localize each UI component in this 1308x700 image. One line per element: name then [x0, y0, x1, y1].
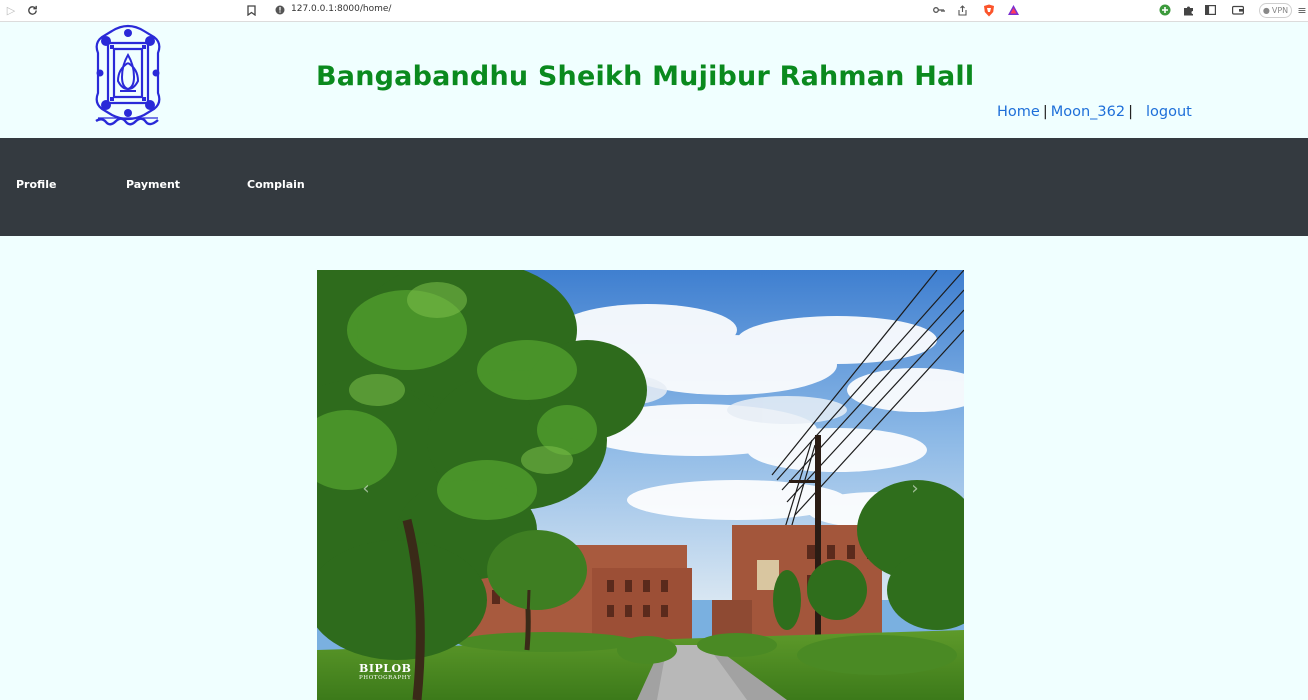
- key-icon[interactable]: [932, 3, 946, 17]
- top-nav: Home | Moon_362 | logout: [997, 104, 1192, 120]
- menu-icon[interactable]: ≡: [1297, 3, 1307, 17]
- brave-rewards-icon[interactable]: [1006, 3, 1020, 17]
- chevron-right-icon: ›: [911, 477, 919, 499]
- nav-payment[interactable]: Payment: [126, 178, 180, 191]
- main-navbar: Profile Payment Complain: [0, 138, 1308, 236]
- wallet-icon[interactable]: [1231, 3, 1245, 17]
- logout-link[interactable]: logout: [1146, 104, 1192, 120]
- user-link[interactable]: Moon_362: [1051, 104, 1125, 120]
- site-info-icon[interactable]: [273, 3, 287, 17]
- share-icon[interactable]: [955, 3, 969, 17]
- carousel-next-button[interactable]: ›: [902, 475, 928, 501]
- watermark-line2: PHOTOGRAPHY: [359, 675, 412, 681]
- nav-separator: |: [1042, 104, 1048, 120]
- sidebar-icon[interactable]: [1203, 3, 1217, 17]
- chevron-left-icon: ‹: [362, 477, 370, 499]
- home-link[interactable]: Home: [997, 104, 1040, 120]
- nav-separator: |: [1128, 104, 1133, 120]
- carousel-prev-button[interactable]: ‹: [353, 475, 379, 501]
- url-text[interactable]: 127.0.0.1:8000/home/: [291, 4, 391, 14]
- vpn-button[interactable]: ● VPN: [1259, 3, 1292, 18]
- forward-icon[interactable]: ▷: [4, 3, 18, 17]
- bookmark-icon[interactable]: [244, 3, 258, 17]
- image-carousel[interactable]: ‹ › BIPLOB PHOTOGRAPHY: [317, 270, 964, 700]
- reload-icon[interactable]: [25, 3, 39, 17]
- brave-shield-icon[interactable]: [982, 3, 996, 17]
- campus-photo: [317, 270, 964, 700]
- extensions-puzzle-icon[interactable]: [1181, 3, 1195, 17]
- photo-watermark: BIPLOB PHOTOGRAPHY: [359, 663, 411, 682]
- nav-complain[interactable]: Complain: [247, 178, 305, 191]
- site-header: Bangabandhu Sheikh Mujibur Rahman Hall H…: [0, 23, 1308, 138]
- add-extension-icon[interactable]: [1158, 3, 1172, 17]
- nav-profile[interactable]: Profile: [16, 178, 56, 191]
- university-logo: [92, 23, 164, 131]
- vpn-label: VPN: [1271, 6, 1289, 15]
- watermark-line1: BIPLOB: [359, 662, 412, 675]
- browser-toolbar: ▷ 127.0.0.1:8000/home/ ● VPN ≡: [0, 0, 1308, 22]
- site-title: Bangabandhu Sheikh Mujibur Rahman Hall: [316, 61, 975, 92]
